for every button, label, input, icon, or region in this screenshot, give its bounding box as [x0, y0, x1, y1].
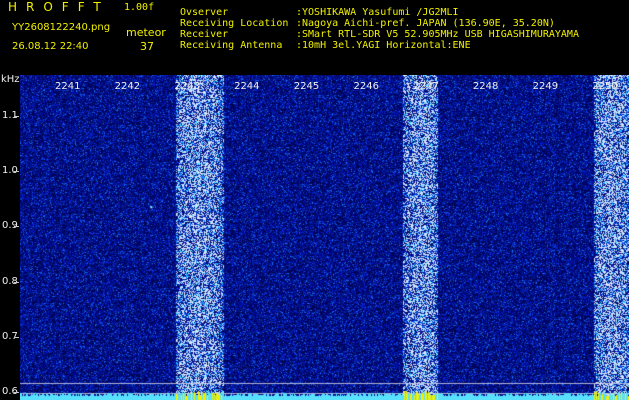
- x-tick-label: 2241: [54, 81, 81, 92]
- y-tick-mark: [14, 391, 19, 393]
- receiver-value: :SMart RTL-SDR V5 52.905MHz USB HIGASHIM…: [296, 29, 579, 40]
- receiver-label: Receiver: [180, 29, 229, 40]
- y-tick-mark: [14, 336, 19, 338]
- x-tick-label: 2246: [353, 81, 379, 92]
- meteor-count-value: 37: [140, 40, 154, 53]
- x-tick-label: 2250: [592, 81, 618, 92]
- image-filename: YY2608122240.png: [12, 22, 111, 33]
- spectrogram-canvas: [20, 75, 629, 400]
- y-tick-mark: [14, 116, 19, 118]
- observer-value: :YOSHIKAWA Yasufumi /JG2MLI: [296, 7, 459, 18]
- image-datetime: 26.08.12 22:40: [12, 41, 89, 52]
- y-tick-mark: [14, 171, 19, 173]
- x-tick-label: 2245: [293, 81, 320, 92]
- location-value: :Nagoya Aichi-pref. JAPAN (136.90E, 35.2…: [296, 18, 555, 29]
- app-version: 1.00f: [124, 2, 155, 13]
- x-tick-label: 2243: [174, 81, 200, 92]
- y-axis-unit: kHz: [1, 74, 20, 85]
- observer-label: Ovserver: [180, 7, 229, 18]
- y-tick-mark: [14, 226, 19, 228]
- location-label: Receiving Location: [180, 18, 289, 29]
- app-title: HROFFT: [8, 0, 110, 14]
- x-tick-label: 2248: [472, 81, 499, 92]
- y-tick-mark: [14, 281, 19, 283]
- x-tick-label: 2249: [532, 81, 559, 92]
- header-panel: HROFFT 1.00f YY2608122240.png 26.08.12 2…: [0, 0, 629, 73]
- antenna-value: :10mH 3el.YAGI Horizontal:ENE: [296, 40, 471, 51]
- spectrogram-panel: kHz 1.1 1.0 0.9 0.8 0.7 0.6 2241 2242 2243 2244 2…: [0, 73, 629, 400]
- antenna-label: Receiving Antenna: [180, 40, 283, 51]
- x-tick-label: 2244: [234, 81, 260, 92]
- meteor-count-label: meteor: [126, 26, 166, 39]
- x-tick-label: 2247: [413, 81, 439, 92]
- x-tick-label: 2242: [114, 81, 141, 92]
